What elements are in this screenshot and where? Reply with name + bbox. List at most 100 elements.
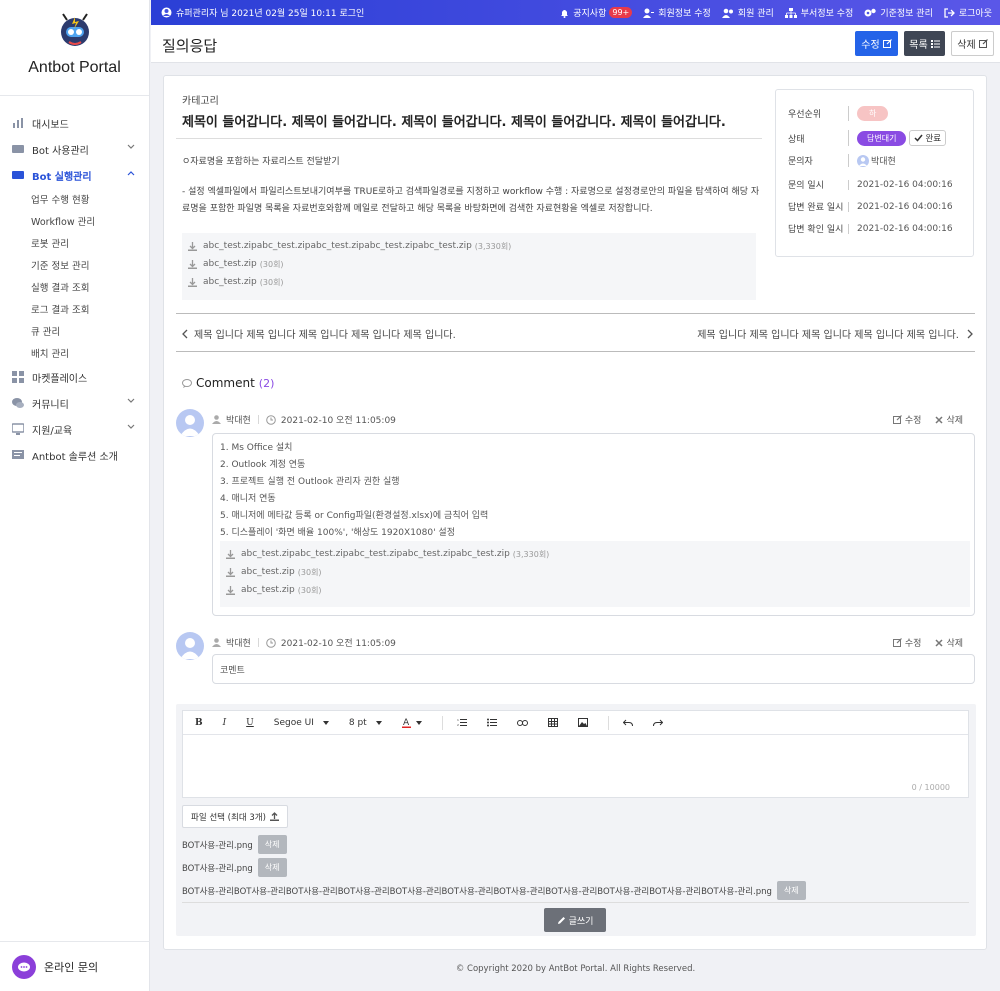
sidebar-subitem-robot[interactable]: 로봇 관리 [0, 232, 149, 254]
prev-post-link[interactable]: 제목 입니다 제목 입니다 제목 입니다 제목 입니다 제목 입니다. [182, 326, 456, 341]
base-info-label: 기준정보 관리 [880, 9, 933, 19]
sidebar-item-solution[interactable]: Antbot 솔루션 소개 [0, 442, 149, 468]
undo-icon [622, 719, 633, 727]
comment-line: 2. Outlook 계정 연동 [220, 460, 306, 470]
gears-icon [864, 8, 880, 18]
table-button[interactable] [547, 718, 558, 727]
list-button[interactable]: 목록 [904, 31, 945, 56]
comment-date: 2021-02-10 오전 11:05:09 [280, 639, 396, 649]
submit-comment-button[interactable]: 글쓰기 [544, 908, 606, 932]
font-color-button[interactable]: A [401, 717, 422, 728]
file-downloads: (3,330회) [512, 549, 550, 559]
card-icon [12, 143, 24, 155]
sidebar-subitem-exec-result[interactable]: 실행 결과 조회 [0, 276, 149, 298]
sidebar-item-dashboard[interactable]: 대시보드 [0, 110, 149, 136]
attached-file-name: BOT사용-관리.png [182, 863, 253, 874]
priority-label: 우선순위 [788, 110, 822, 120]
sidebar-subitem-base-info[interactable]: 기준 정보 관리 [0, 254, 149, 276]
file-downloads: (30회) [259, 277, 284, 287]
sidebar-item-support[interactable]: 지원/교육 [0, 416, 149, 442]
doc-icon [12, 449, 24, 461]
font-family-select[interactable]: Segoe UI [274, 718, 329, 728]
notice-label: 공지사항 [573, 9, 607, 19]
avatar-icon [857, 154, 869, 167]
file-downloads: (30회) [259, 259, 284, 269]
comment-delete-button[interactable]: 삭제 [935, 413, 963, 426]
italic-button[interactable]: I [223, 718, 227, 728]
bold-button[interactable]: B [195, 718, 203, 728]
edit-icon [892, 638, 902, 647]
sidebar-subitem-workflow[interactable]: Workflow 관리 [0, 210, 149, 232]
logout-icon [944, 7, 959, 18]
user-icon [212, 638, 221, 647]
card-icon [12, 169, 24, 181]
attachment-file[interactable]: abc_test.zipabc_test.zipabc_test.zipabc_… [226, 545, 964, 563]
attached-file-name: BOT사용-관리BOT사용-관리BOT사용-관리BOT사용-관리BOT사용-관리… [182, 886, 772, 897]
sidebar-subitem-queue[interactable]: 큐 관리 [0, 320, 149, 342]
submit-label: 글쓰기 [568, 916, 594, 927]
delete-button[interactable]: 삭제 [951, 31, 994, 56]
done-button[interactable]: 완료 [909, 130, 947, 146]
download-icon [188, 241, 203, 251]
sidebar-item-label: 마켓플레이스 [32, 373, 88, 385]
file-downloads: (30회) [297, 567, 322, 577]
login-info: 님 2021년 02월 25일 10:11 로그인 [220, 9, 365, 19]
edit-button[interactable]: 수정 [855, 31, 898, 56]
answered-label: 답변 완료 일시 [788, 203, 844, 213]
remove-file-button[interactable]: 삭제 [776, 881, 806, 900]
rich-text-editor[interactable]: B I U Segoe UI 8 pt A 12 0 / 10000 [182, 710, 969, 798]
comment-edit-button[interactable]: 수정 [892, 413, 922, 426]
comment-line: 5. 디스플레이 '화면 배율 100%', '해상도 1920X1080' 설… [220, 528, 455, 538]
comment-form: B I U Segoe UI 8 pt A 12 0 / 10000 파일 선택… [176, 704, 976, 936]
member-manage-link[interactable]: 회원 관리 [721, 6, 774, 19]
sidebar-item-bot-usage[interactable]: Bot 사용관리 [0, 136, 149, 162]
screen-icon [12, 423, 24, 435]
comment-delete-button[interactable]: 삭제 [935, 636, 963, 649]
logout-link[interactable]: 로그아웃 [944, 6, 992, 19]
comment-edit-button[interactable]: 수정 [892, 636, 921, 649]
undo-button[interactable] [622, 719, 633, 727]
image-button[interactable] [577, 718, 588, 727]
sidebar-subitem-work-status[interactable]: 업무 수행 현황 [0, 188, 149, 210]
remove-file-button[interactable]: 삭제 [257, 835, 287, 854]
sidebar-item-marketplace[interactable]: 마켓플레이스 [0, 364, 149, 390]
attachment-file[interactable]: abc_test.zip (30회) [226, 581, 964, 599]
list-label: 목록 [909, 40, 928, 51]
attachment-file[interactable]: abc_test.zip (30회) [188, 273, 750, 291]
comment-heading-label: Comment [196, 376, 255, 390]
underline-button[interactable]: U [246, 718, 254, 728]
remove-file-button[interactable]: 삭제 [257, 858, 287, 877]
user-edit-icon [643, 8, 658, 18]
sidebar-subitem-batch[interactable]: 배치 관리 [0, 342, 149, 364]
comment-heading: Comment (2) [182, 376, 274, 390]
edit-icon [892, 415, 902, 424]
edit-icon [882, 39, 892, 48]
comment-line: 1. Ms Office 설치 [220, 443, 293, 453]
comment-edit-label: 수정 [904, 416, 922, 426]
link-button[interactable] [516, 719, 528, 726]
comment-body: 1. Ms Office 설치 2. Outlook 계정 연동 3. 프로젝트… [212, 433, 975, 616]
notice-link[interactable]: 공지사항 99+ [560, 6, 633, 19]
attachment-file[interactable]: abc_test.zipabc_test.zipabc_test.zipabc_… [188, 237, 750, 255]
redo-icon [652, 719, 663, 727]
sidebar-subitem-log-result[interactable]: 로그 결과 조회 [0, 298, 149, 320]
prev-post-title: 제목 입니다 제목 입니다 제목 입니다 제목 입니다 제목 입니다. [194, 330, 456, 341]
member-edit-link[interactable]: 회원정보 수정 [643, 6, 711, 19]
logo[interactable]: Antbot Portal [0, 0, 149, 96]
online-inquiry-button[interactable]: 온라인 문의 [0, 941, 150, 991]
sidebar-item-bot-execution[interactable]: Bot 실행관리 [0, 162, 149, 188]
base-info-link[interactable]: 기준정보 관리 [864, 6, 933, 19]
ordered-list-button[interactable]: 12 [457, 718, 467, 727]
font-color-icon: A [401, 717, 411, 728]
attachment-file[interactable]: abc_test.zip (30회) [188, 255, 750, 273]
next-post-link[interactable]: 제목 입니다 제목 입니다 제목 입니다 제목 입니다 제목 입니다. [697, 326, 973, 341]
file-select-button[interactable]: 파일 선택 (최대 3개) [182, 805, 288, 828]
file-name: abc_test.zip [241, 567, 295, 577]
font-size-select[interactable]: 8 pt [349, 718, 382, 728]
sidebar-item-community[interactable]: 커뮤니티 [0, 390, 149, 416]
dept-edit-link[interactable]: 부서정보 수정 [784, 6, 853, 19]
attachment-file[interactable]: abc_test.zip (30회) [226, 563, 964, 581]
font-size-value: 8 pt [348, 717, 367, 728]
bullet-list-button[interactable] [486, 718, 497, 727]
redo-button[interactable] [652, 719, 663, 727]
